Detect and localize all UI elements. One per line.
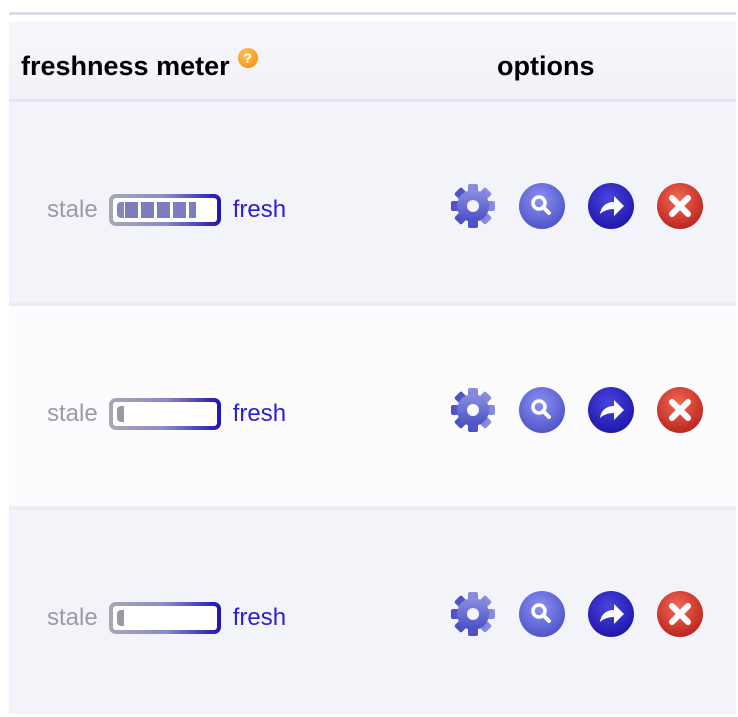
- freshness-meter: stale fresh: [47, 194, 286, 226]
- row-options: [449, 590, 704, 638]
- freshness-battery[interactable]: [109, 194, 221, 226]
- freshness-meter: stale fresh: [47, 398, 286, 430]
- share-arrow-icon[interactable]: [587, 386, 635, 434]
- battery-cap: [116, 610, 124, 626]
- table-row: stale fresh: [9, 306, 736, 510]
- fresh-label: fresh: [232, 400, 287, 427]
- row-options: [449, 386, 704, 434]
- gear-icon[interactable]: [449, 182, 497, 230]
- share-arrow-icon[interactable]: [587, 182, 635, 230]
- table-row: stale fresh: [9, 510, 736, 714]
- freshness-table: freshness meter ? options stale fresh st…: [9, 12, 736, 717]
- options-column-header: options: [497, 51, 595, 81]
- stale-label: stale: [47, 196, 98, 223]
- freshness-meter-title: freshness meter: [21, 51, 230, 81]
- table-header: freshness meter ? options: [9, 21, 736, 102]
- gear-icon[interactable]: [449, 590, 497, 638]
- freshness-battery[interactable]: [109, 398, 221, 430]
- share-arrow-icon[interactable]: [587, 590, 635, 638]
- table-row: stale fresh: [9, 102, 736, 306]
- row-options: [449, 182, 704, 230]
- fresh-label: fresh: [232, 604, 287, 631]
- freshness-meter: stale fresh: [47, 602, 286, 634]
- battery-cap: [116, 406, 124, 422]
- freshness-meter-column-header: freshness meter ?: [21, 48, 258, 82]
- battery-cap: [116, 202, 124, 218]
- gear-icon[interactable]: [449, 386, 497, 434]
- magnifier-icon[interactable]: [518, 386, 566, 434]
- help-icon[interactable]: ?: [237, 48, 258, 68]
- stale-label: stale: [47, 400, 98, 427]
- close-icon[interactable]: [656, 386, 704, 434]
- fresh-label: fresh: [232, 196, 287, 223]
- close-icon[interactable]: [656, 590, 704, 638]
- magnifier-icon[interactable]: [518, 182, 566, 230]
- battery-fill: [124, 202, 196, 218]
- stale-label: stale: [47, 604, 98, 631]
- freshness-battery[interactable]: [109, 602, 221, 634]
- close-icon[interactable]: [656, 182, 704, 230]
- magnifier-icon[interactable]: [518, 590, 566, 638]
